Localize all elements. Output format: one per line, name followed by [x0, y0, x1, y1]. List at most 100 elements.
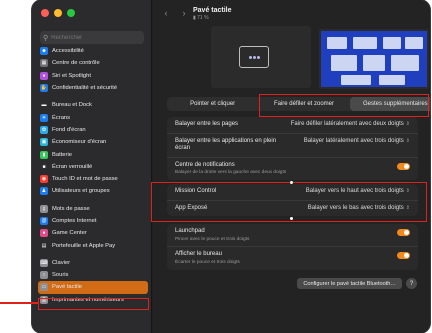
- sidebar-item-key[interactable]: ⚷ Mots de passe: [38, 203, 148, 215]
- sidebar-item-label: Centre de contrôle: [52, 60, 100, 67]
- settings-window: ⚲ ☻ Accessibilité ▦ Centre de contrôle ● Siri…: [32, 0, 430, 333]
- control-center-icon: ▦: [40, 59, 48, 68]
- sidebar-item-label: Siri et Spotlight: [52, 72, 91, 79]
- screensaver-icon: ▣: [40, 138, 48, 147]
- main-pane: ‹ › Pavé tactile ▮ 71 % Pointer et cliqu…: [153, 0, 430, 333]
- users-icon: ♟: [40, 187, 48, 196]
- sidebar-item-keyboard[interactable]: ⌨ Clavier: [38, 257, 148, 269]
- annotation-sidebar-highlight: [38, 298, 149, 310]
- setting-popup[interactable]: Balayer latéralement avec trois doigts ⇕: [304, 138, 410, 144]
- sidebar-item-battery[interactable]: ▮ Batterie: [38, 148, 148, 160]
- setting-label: Balayer entre les pages: [175, 121, 239, 127]
- setting-row-notifications: Centre de notifications Balayer de la dro…: [167, 158, 418, 180]
- navigation-arrows: ‹ ›: [161, 8, 189, 18]
- sidebar-item-label: Économiseur d'écran: [52, 139, 107, 146]
- zoom-button[interactable]: [67, 9, 75, 17]
- display-icon: ☀: [40, 113, 48, 122]
- bluetooth-setup-button[interactable]: Configurer le pavé tactile Bluetooth…: [297, 278, 402, 289]
- sidebar-item-game-center[interactable]: ● Game Center: [38, 227, 148, 239]
- sidebar-item-at[interactable]: @ Comptes Internet: [38, 215, 148, 227]
- sidebar-item-display[interactable]: ☀ Écrans: [38, 111, 148, 123]
- at-icon: @: [40, 217, 48, 225]
- sidebar-item-control-center[interactable]: ▦ Centre de contrôle: [38, 57, 148, 69]
- sidebar: ⚲ ☻ Accessibilité ▦ Centre de contrôle ● Siri…: [32, 0, 152, 333]
- chevron-updown-icon: ⇕: [405, 121, 410, 127]
- annotation-arrow-line: [0, 302, 38, 304]
- sidebar-item-label: Écran verrouillé: [52, 163, 93, 170]
- wallet-icon: ▤: [40, 241, 48, 250]
- chevron-updown-icon: ⇕: [405, 137, 410, 144]
- battery-icon: ▮: [40, 150, 48, 159]
- search-field[interactable]: ⚲: [40, 31, 144, 44]
- sidebar-item-label: Accessibilité: [52, 48, 84, 55]
- sidebar-item-label: Mots de passe: [52, 205, 90, 212]
- sidebar-item-label: Portefeuille et Apple Pay: [52, 242, 116, 249]
- sidebar-item-label: Clavier: [52, 259, 71, 266]
- setting-value: Faire défiler latéralement avec deux doi…: [290, 121, 404, 127]
- keyboard-icon: ⌨: [40, 258, 48, 267]
- setting-row-show-desktop: Afficher le bureau Écarter le pouce et tr…: [167, 247, 418, 269]
- sidebar-item-hand[interactable]: ✋ Confidentialité et sécurité: [38, 82, 148, 94]
- sidebar-item-users[interactable]: ♟ Utilisateurs et groupes: [38, 185, 148, 197]
- fingerprint-icon: ◉: [40, 175, 48, 184]
- accessibility-icon: ☻: [40, 47, 48, 56]
- sidebar-item-label: Touch ID et mot de passe: [52, 176, 118, 183]
- window-controls: [41, 9, 75, 17]
- setting-popup[interactable]: Faire défiler latéralement avec deux doi…: [291, 121, 410, 127]
- sidebar-item-label: Batterie: [52, 151, 72, 158]
- sidebar-item-label: Souris: [52, 272, 69, 279]
- setting-row-swipe-apps: Balayer entre les applications en plein …: [167, 134, 418, 158]
- minimize-button[interactable]: [54, 9, 62, 17]
- siri-icon: ●: [40, 71, 48, 80]
- dock-icon: ▬: [40, 101, 48, 110]
- sidebar-item-label: Utilisateurs et groupes: [52, 188, 110, 195]
- setting-label: Launchpad: [175, 228, 205, 234]
- notifications-toggle[interactable]: [397, 162, 410, 170]
- game-center-icon: ●: [40, 229, 48, 238]
- setting-description: Écarter le pouce et trois doigts: [175, 259, 240, 265]
- trackpad-icon: ▭: [40, 283, 48, 292]
- launchpad-toggle[interactable]: [397, 229, 410, 236]
- sidebar-item-lock-screen[interactable]: ■ Écran verrouillé: [38, 161, 148, 173]
- setting-row-launchpad: Launchpad Pincer avec le pouce et trois d…: [167, 224, 418, 248]
- setting-label: Balayer entre les applications en plein …: [175, 137, 277, 152]
- sidebar-item-siri[interactable]: ● Siri et Spotlight: [38, 70, 148, 82]
- sidebar-item-label: Bureau et Dock: [52, 102, 92, 109]
- back-arrow-icon[interactable]: ‹: [161, 8, 171, 18]
- close-button[interactable]: [41, 9, 49, 17]
- wallpaper-icon: ✿: [40, 125, 48, 134]
- setting-row-swipe-pages: Balayer entre les pages Faire défiler la…: [167, 117, 418, 134]
- sidebar-item-label: Confidentialité et sécurité: [52, 85, 118, 92]
- sidebar-item-mouse[interactable]: ○ Souris: [38, 269, 148, 281]
- lock-screen-icon: ■: [40, 162, 48, 171]
- title-block: Pavé tactile ▮ 71 %: [193, 7, 232, 21]
- sidebar-item-trackpad[interactable]: ▭ Pavé tactile: [38, 281, 148, 294]
- search-input[interactable]: [51, 34, 132, 41]
- setting-description: Pincer avec le pouce et trois doigts: [175, 236, 250, 242]
- trackpad-icon: [239, 46, 269, 68]
- battery-percentage: 71 %: [197, 15, 209, 21]
- forward-arrow-icon[interactable]: ›: [179, 8, 189, 18]
- setting-value: Balayer latéralement avec trois doigts: [303, 137, 404, 144]
- help-button[interactable]: ?: [406, 278, 417, 289]
- annotation-rows-highlight: [151, 182, 427, 222]
- sidebar-item-fingerprint[interactable]: ◉ Touch ID et mot de passe: [38, 173, 148, 185]
- settings-group-swipes: Balayer entre les pages Faire défiler la…: [167, 117, 418, 180]
- page-title: Pavé tactile: [193, 7, 232, 14]
- show-desktop-toggle[interactable]: [397, 252, 410, 260]
- hand-icon: ✋: [40, 84, 48, 93]
- trackpad-illustration: [211, 26, 311, 88]
- sidebar-item-label: Fond d'écran: [52, 126, 86, 133]
- key-icon: ⚷: [40, 204, 48, 213]
- sidebar-item-wallpaper[interactable]: ✿ Fond d'écran: [38, 124, 148, 136]
- sidebar-item-accessibility[interactable]: ☻ Accessibilité: [38, 45, 148, 57]
- screen-preview: [319, 29, 429, 89]
- sidebar-item-screensaver[interactable]: ▣ Économiseur d'écran: [38, 136, 148, 148]
- gesture-preview: [211, 26, 430, 93]
- sidebar-item-wallet[interactable]: ▤ Portefeuille et Apple Pay: [38, 239, 148, 251]
- tab-pointer-click[interactable]: Pointer et cliquer: [167, 97, 258, 111]
- sidebar-item-dock[interactable]: ▬ Bureau et Dock: [38, 99, 148, 111]
- mouse-icon: ○: [40, 271, 48, 280]
- setting-label: Centre de notifications: [175, 161, 235, 168]
- annotation-tab-highlight: [259, 94, 429, 117]
